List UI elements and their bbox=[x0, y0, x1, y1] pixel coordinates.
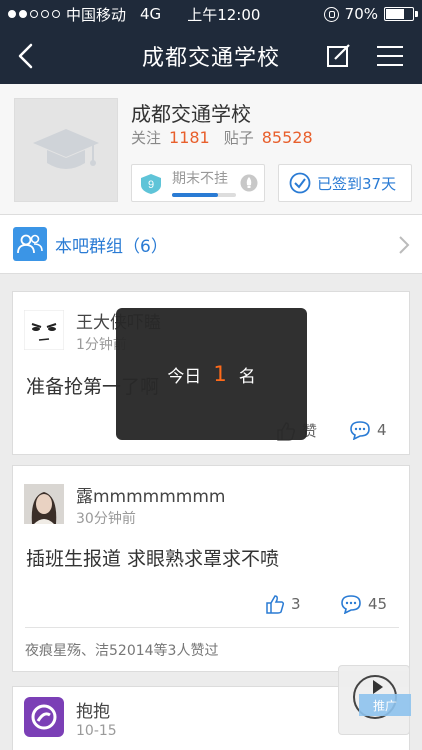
comment-button[interactable]: 4 bbox=[349, 420, 387, 440]
follow-count: 1181 bbox=[169, 128, 210, 147]
forum-stats: 关注 1181 贴子 85528 bbox=[131, 127, 327, 148]
rotation-lock-icon bbox=[323, 6, 339, 22]
comment-icon bbox=[350, 421, 370, 440]
like-button[interactable]: 3 bbox=[265, 594, 301, 614]
carrier-name: 中国移动 bbox=[66, 5, 127, 24]
post-card[interactable]: 露mmmmmmmm 30分钟前 插班生报道 求眼熟求罩求不喷 3 45 夜痕星殇… bbox=[12, 465, 410, 672]
signed-in-text: 已签到37天 bbox=[317, 174, 397, 193]
refresh-button[interactable]: 推广 bbox=[338, 665, 411, 735]
post-content[interactable]: 插班生报道 求眼熟求罩求不喷 bbox=[26, 544, 279, 571]
chevron-left-icon[interactable] bbox=[14, 42, 38, 70]
user-avatar[interactable] bbox=[24, 484, 64, 524]
network-type: 4G bbox=[140, 5, 162, 23]
forum-avatar bbox=[14, 98, 118, 202]
graduation-cap-icon bbox=[33, 129, 99, 169]
check-circle-icon bbox=[289, 172, 311, 194]
clock: 上午12:00 bbox=[187, 5, 261, 24]
post-username[interactable]: 露mmmmmmmm bbox=[76, 482, 225, 507]
signed-in-button[interactable]: 已签到37天 bbox=[278, 164, 412, 202]
rocket-icon bbox=[240, 174, 258, 192]
level-progress-bar bbox=[172, 193, 236, 197]
battery-icon bbox=[384, 7, 418, 21]
comment-count: 4 bbox=[377, 421, 387, 439]
posts-label: 贴子 bbox=[223, 129, 254, 147]
toast-suffix: 名 bbox=[238, 366, 256, 387]
forum-header: 成都交通学校 关注 1181 贴子 85528 9 期末不挂 已签到37天 bbox=[0, 84, 422, 214]
follow-label: 关注 bbox=[131, 129, 162, 147]
page-title: 成都交通学校 bbox=[141, 46, 280, 71]
edit-icon[interactable] bbox=[326, 44, 352, 68]
level-number: 9 bbox=[148, 179, 154, 191]
groups-label: 本吧群组（6） bbox=[55, 236, 168, 257]
rank-toast: 今日 1 名 bbox=[116, 308, 307, 440]
forum-groups-row[interactable]: 本吧群组（6） bbox=[0, 214, 422, 274]
menu-icon[interactable] bbox=[376, 45, 404, 67]
promo-tag: 推广 bbox=[359, 694, 411, 716]
user-avatar[interactable] bbox=[24, 310, 64, 350]
status-bar: 中国移动 4G 上午12:00 70% bbox=[0, 0, 422, 28]
level-badge-icon: 9 bbox=[141, 174, 161, 194]
level-title: 期末不挂 bbox=[172, 171, 228, 187]
post-time: 10-15 bbox=[76, 723, 117, 739]
post-username[interactable]: 抱抱 bbox=[76, 697, 110, 722]
chevron-right-icon bbox=[399, 236, 410, 254]
level-box[interactable]: 9 期末不挂 bbox=[131, 164, 265, 202]
group-icon bbox=[13, 227, 47, 261]
toast-rank: 1 bbox=[213, 362, 227, 386]
refresh-arrow-icon bbox=[373, 680, 383, 694]
nav-bar: 成都交通学校 bbox=[0, 28, 422, 84]
forum-name: 成都交通学校 bbox=[131, 102, 251, 126]
toast-prefix: 今日 bbox=[167, 366, 202, 387]
signal-strength-icon bbox=[8, 10, 60, 18]
comment-icon bbox=[341, 595, 361, 614]
battery-percent: 70% bbox=[344, 5, 378, 23]
comment-button[interactable]: 45 bbox=[340, 594, 387, 614]
like-count: 3 bbox=[291, 595, 301, 613]
user-avatar[interactable] bbox=[24, 697, 64, 737]
thumbs-up-icon bbox=[266, 595, 285, 614]
post-time: 30分钟前 bbox=[76, 511, 136, 527]
posts-count: 85528 bbox=[261, 128, 313, 147]
comment-count: 45 bbox=[368, 595, 388, 613]
